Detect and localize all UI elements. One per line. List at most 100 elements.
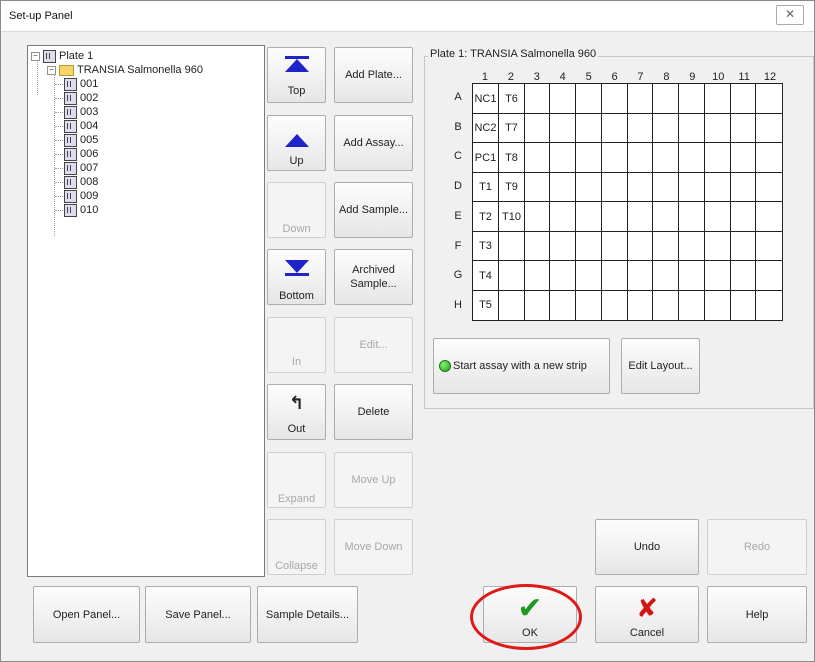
plate-well[interactable]: [628, 291, 653, 320]
plate-well[interactable]: [679, 261, 705, 291]
plate-well[interactable]: T7: [499, 114, 525, 143]
plate-grid[interactable]: NC1 T6 NC2 T7 PC1 T8 T1 T9 T2 T10 T3 T4 T5: [472, 83, 783, 321]
plate-well[interactable]: [653, 143, 679, 173]
plate-well[interactable]: [525, 291, 550, 320]
plate-well[interactable]: [731, 232, 756, 261]
move-up-button[interactable]: Move Up: [334, 452, 413, 508]
plate-well[interactable]: [653, 114, 679, 143]
plate-well[interactable]: [679, 84, 705, 114]
plate-well[interactable]: [628, 232, 653, 261]
tree-item-sample[interactable]: 005: [64, 133, 98, 147]
redo-button[interactable]: Redo: [707, 519, 807, 575]
plate-well[interactable]: [525, 114, 550, 143]
tree-item-sample[interactable]: 002: [64, 91, 98, 105]
tree-item-plate[interactable]: − Plate 1: [31, 49, 93, 63]
in-button[interactable]: In: [267, 317, 326, 373]
tree-item-assay[interactable]: − TRANSIA Salmonella 960: [47, 63, 203, 77]
expand-button[interactable]: Expand: [267, 452, 326, 508]
plate-well[interactable]: NC2: [473, 114, 499, 143]
plate-well[interactable]: [576, 114, 602, 143]
add-assay-button[interactable]: Add Assay...: [334, 115, 413, 171]
plate-well[interactable]: [705, 261, 731, 291]
plate-well[interactable]: [731, 114, 756, 143]
plate-well[interactable]: [525, 84, 550, 114]
plate-well[interactable]: [576, 232, 602, 261]
plate-well[interactable]: [679, 143, 705, 173]
plate-well[interactable]: T4: [473, 261, 499, 291]
plate-well[interactable]: [653, 173, 679, 202]
out-button[interactable]: ↰ Out: [267, 384, 326, 440]
plate-well[interactable]: [499, 232, 525, 261]
cancel-button[interactable]: ✘ Cancel: [595, 586, 699, 643]
open-panel-button[interactable]: Open Panel...: [33, 586, 140, 643]
plate-well[interactable]: [756, 173, 782, 202]
tree-item-sample[interactable]: 003: [64, 105, 98, 119]
plate-well[interactable]: [679, 173, 705, 202]
tree-item-sample[interactable]: 010: [64, 203, 98, 217]
plate-well[interactable]: [628, 202, 653, 232]
plate-well[interactable]: [679, 202, 705, 232]
plate-well[interactable]: [653, 232, 679, 261]
tree-item-sample[interactable]: 006: [64, 147, 98, 161]
plate-well[interactable]: T8: [499, 143, 525, 173]
plate-well[interactable]: [731, 173, 756, 202]
plate-well[interactable]: [576, 291, 602, 320]
plate-well[interactable]: [576, 84, 602, 114]
edit-button[interactable]: Edit...: [334, 317, 413, 373]
plate-well[interactable]: T6: [499, 84, 525, 114]
plate-well[interactable]: [653, 291, 679, 320]
plate-well[interactable]: [731, 202, 756, 232]
tree-item-sample[interactable]: 009: [64, 189, 98, 203]
help-button[interactable]: Help: [707, 586, 807, 643]
plate-well[interactable]: [628, 261, 653, 291]
plate-well[interactable]: [550, 291, 576, 320]
plate-well[interactable]: [602, 143, 628, 173]
plate-well[interactable]: T2: [473, 202, 499, 232]
plate-well[interactable]: T9: [499, 173, 525, 202]
sample-details-button[interactable]: Sample Details...: [257, 586, 358, 643]
up-button[interactable]: Up: [267, 115, 326, 171]
plate-well[interactable]: [653, 261, 679, 291]
plate-well[interactable]: [550, 143, 576, 173]
plate-well[interactable]: T10: [499, 202, 525, 232]
plate-well[interactable]: [756, 261, 782, 291]
plate-well[interactable]: [576, 261, 602, 291]
plate-well[interactable]: [550, 173, 576, 202]
plate-well[interactable]: [756, 114, 782, 143]
plate-well[interactable]: [550, 202, 576, 232]
plate-well[interactable]: [550, 114, 576, 143]
plate-well[interactable]: [731, 143, 756, 173]
tree-item-sample[interactable]: 001: [64, 77, 98, 91]
move-down-button[interactable]: Move Down: [334, 519, 413, 575]
plate-well[interactable]: [602, 84, 628, 114]
plate-well[interactable]: [705, 173, 731, 202]
plate-well[interactable]: [628, 143, 653, 173]
plate-well[interactable]: [576, 143, 602, 173]
plate-well[interactable]: [628, 84, 653, 114]
plate-well[interactable]: [602, 261, 628, 291]
plate-well[interactable]: T3: [473, 232, 499, 261]
undo-button[interactable]: Undo: [595, 519, 699, 575]
start-assay-button[interactable]: Start assay with a new strip: [433, 338, 610, 394]
plate-well[interactable]: [731, 291, 756, 320]
archived-sample-button[interactable]: Archived Sample...: [334, 249, 413, 305]
plate-well[interactable]: [499, 291, 525, 320]
plate-well[interactable]: [550, 232, 576, 261]
plate-well[interactable]: [731, 261, 756, 291]
plate-well[interactable]: [550, 84, 576, 114]
plate-well[interactable]: [756, 291, 782, 320]
plate-well[interactable]: [653, 202, 679, 232]
plate-well[interactable]: [602, 114, 628, 143]
plate-well[interactable]: [705, 114, 731, 143]
tree-item-sample[interactable]: 008: [64, 175, 98, 189]
plate-well[interactable]: [628, 173, 653, 202]
plate-well[interactable]: [756, 202, 782, 232]
tree-item-sample[interactable]: 007: [64, 161, 98, 175]
close-icon[interactable]: ✕: [776, 5, 804, 25]
add-sample-button[interactable]: Add Sample...: [334, 182, 413, 238]
plate-well[interactable]: [756, 84, 782, 114]
plate-well[interactable]: [525, 202, 550, 232]
plate-well[interactable]: PC1: [473, 143, 499, 173]
plate-well[interactable]: [499, 261, 525, 291]
plate-well[interactable]: [576, 173, 602, 202]
